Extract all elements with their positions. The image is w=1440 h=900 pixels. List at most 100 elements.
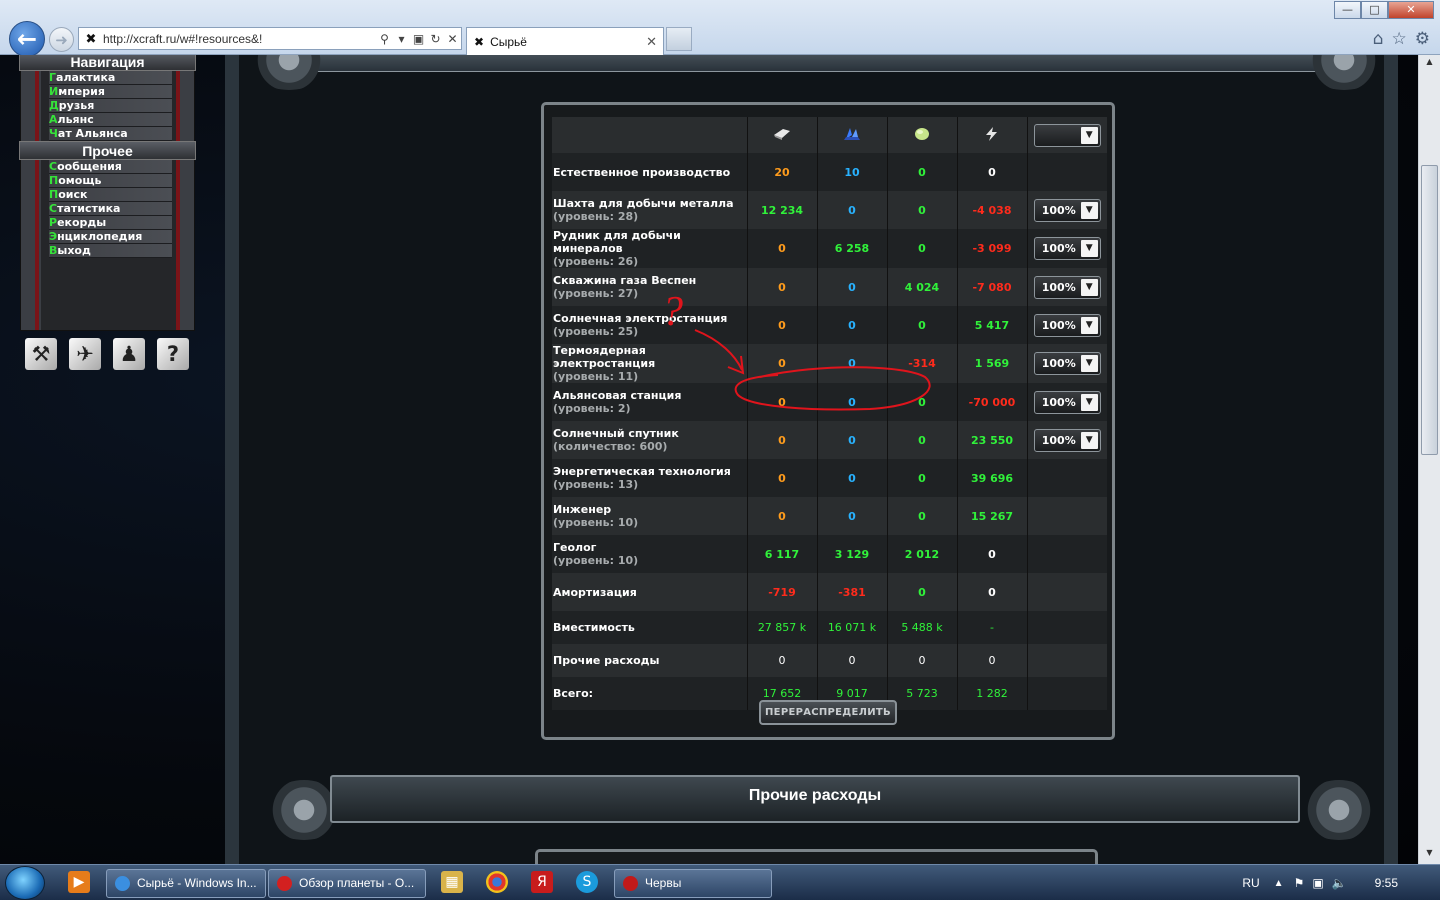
redistribute-button[interactable]: ПЕРЕРАСПРЕДЕЛИТЬ [759,700,897,725]
help-icon[interactable]: ? [157,338,189,370]
nav-item-main-0[interactable]: Галактика [49,71,172,85]
star-icon[interactable]: ☆ [1392,29,1407,49]
minimize-button[interactable]: — [1334,1,1361,19]
row-name: Вместимость [553,621,635,634]
nav-item-other-2[interactable]: Поиск [49,188,172,202]
forward-button[interactable]: ➜ [49,27,74,52]
show-hidden-icon[interactable]: ▲ [1274,878,1284,889]
nav-item-other-6[interactable]: Выход [49,244,172,258]
row-level: (уровень: 11) [553,370,639,383]
nav-bottom-icons: ⚒ ✈ ♟ ? [25,338,189,370]
address-url[interactable]: http://xcraft.ru/w#!resources&! [103,32,376,46]
gear-icon[interactable]: ⚙ [1415,29,1430,49]
user-icon[interactable]: ♟ [113,338,145,370]
nav-item-initial: Ч [49,127,58,140]
nav-item-other-1[interactable]: Помощь [49,174,172,188]
new-tab-button[interactable] [666,27,692,51]
address-bar[interactable]: ✖ http://xcraft.ru/w#!resources&! ⚲ ▾ ▣ … [78,27,462,50]
production-percent-select[interactable]: 100% ▼ [1033,237,1101,260]
yandex-icon[interactable]: Я [531,871,553,893]
build-icon[interactable]: ⚒ [25,338,57,370]
energy-value: -4 038 [957,191,1028,229]
home-icon[interactable]: ⌂ [1373,29,1384,49]
nav-item-initial: С [49,160,58,173]
gas-value: 0 [887,191,958,229]
start-button[interactable] [5,866,45,900]
nav-item-other-3[interactable]: Статистика [49,202,172,216]
nav-item-initial: Д [49,99,59,112]
nav-item-label: льянс [57,113,94,126]
search-icon[interactable]: ⚲ [376,32,393,46]
compat-view-icon[interactable]: ▣ [410,32,427,46]
maximize-button[interactable]: □ [1361,1,1388,19]
nav-item-main-1[interactable]: Империя [49,85,172,99]
row-name: Шахта для добычи металла [553,197,734,210]
energy-value: - [957,611,1028,644]
percent-value: 100% [1041,395,1076,409]
dropdown-icon[interactable]: ▾ [393,32,410,46]
energy-value: 0 [957,573,1028,611]
folder-icon[interactable]: ▦ [441,871,463,893]
nav-item-main-4[interactable]: Чат Альянса [49,127,172,141]
global-percent-select[interactable]: ▼ [1033,123,1101,147]
opera-icon [277,876,292,891]
production-percent-select[interactable]: 100% ▼ [1033,198,1101,222]
production-percent-select[interactable]: 100% ▼ [1033,275,1101,299]
refresh-icon[interactable]: ↻ [427,32,444,46]
scroll-down-icon[interactable]: ▼ [1421,848,1438,862]
chrome-icon[interactable] [486,871,508,893]
nav-item-other-5[interactable]: Энциклопедия [49,230,172,244]
metal-value: 0 [747,644,818,677]
production-percent-select[interactable]: 100% ▼ [1033,390,1101,414]
fleet-icon[interactable]: ✈ [69,338,101,370]
percent-value: 100% [1041,318,1076,332]
row-label: Альянсовая станция (уровень: 2) [552,383,748,421]
browser-tool-icons: ⌂ ☆ ⚙ [1373,29,1430,49]
chevron-down-icon: ▼ [1080,431,1098,449]
tab-close-icon[interactable]: ✕ [646,34,657,50]
row-level: (уровень: 10) [553,554,639,567]
clock[interactable]: 9:55 [1375,876,1398,890]
gas-value: 0 [887,383,958,421]
col-energy [957,117,1028,153]
row-label: Солнечная электростанция (уровень: 25) [552,306,748,344]
scroll-thumb[interactable] [1421,165,1438,455]
other-expenses-header: Прочие расходы [250,767,1380,833]
row-level: (уровень: 2) [553,402,631,415]
flag-icon[interactable]: ⚑ [1294,876,1305,890]
nav-item-main-3[interactable]: Альянс [49,113,172,127]
media-player-icon[interactable]: ▶ [68,871,90,893]
gas-value: 2 012 [887,535,958,573]
back-button[interactable]: ← [9,21,45,57]
stop-icon[interactable]: ✕ [444,32,461,46]
scroll-up-icon[interactable]: ▲ [1421,57,1438,71]
task-ie[interactable]: Сырьё - Windows In... [106,869,266,898]
nav-item-other-4[interactable]: Рекорды [49,216,172,230]
production-percent-select[interactable]: 100% ▼ [1033,313,1101,337]
volume-icon[interactable]: 🔈 [1332,876,1347,890]
task-cards[interactable]: Червы [614,869,772,898]
row-name: Всего: [553,687,594,700]
task-opera[interactable]: Обзор планеты - О... [268,869,426,898]
row-label: Энергетическая технология (уровень: 13) [552,459,748,497]
production-percent-select[interactable]: 100% ▼ [1033,428,1101,452]
close-button[interactable]: ✕ [1388,1,1434,19]
energy-value: -7 080 [957,268,1028,306]
row-level: (количество: 600) [553,440,668,453]
vertical-scrollbar[interactable]: ▲ ▼ [1418,55,1440,864]
crystal-value: 3 129 [817,535,888,573]
production-percent-select[interactable]: 100% ▼ [1033,352,1101,375]
top-header-bar [284,55,1334,72]
browser-tab[interactable]: ✖ Сырьё ✕ [466,27,664,55]
nav-item-other-0[interactable]: Сообщения [49,160,172,174]
nav-item-initial: А [49,113,58,126]
nav-item-initial: Э [49,230,58,243]
resource-row: Термоядерная электростанция (уровень: 11)… [552,344,1107,383]
language-indicator[interactable]: RU [1242,876,1259,890]
nav-item-main-2[interactable]: Друзья [49,99,172,113]
skype-icon[interactable]: S [576,871,598,893]
metal-icon [774,128,790,140]
network-icon[interactable]: ▣ [1312,876,1323,890]
nav-item-label: рузья [58,99,95,112]
chevron-down-icon: ▼ [1080,240,1098,257]
